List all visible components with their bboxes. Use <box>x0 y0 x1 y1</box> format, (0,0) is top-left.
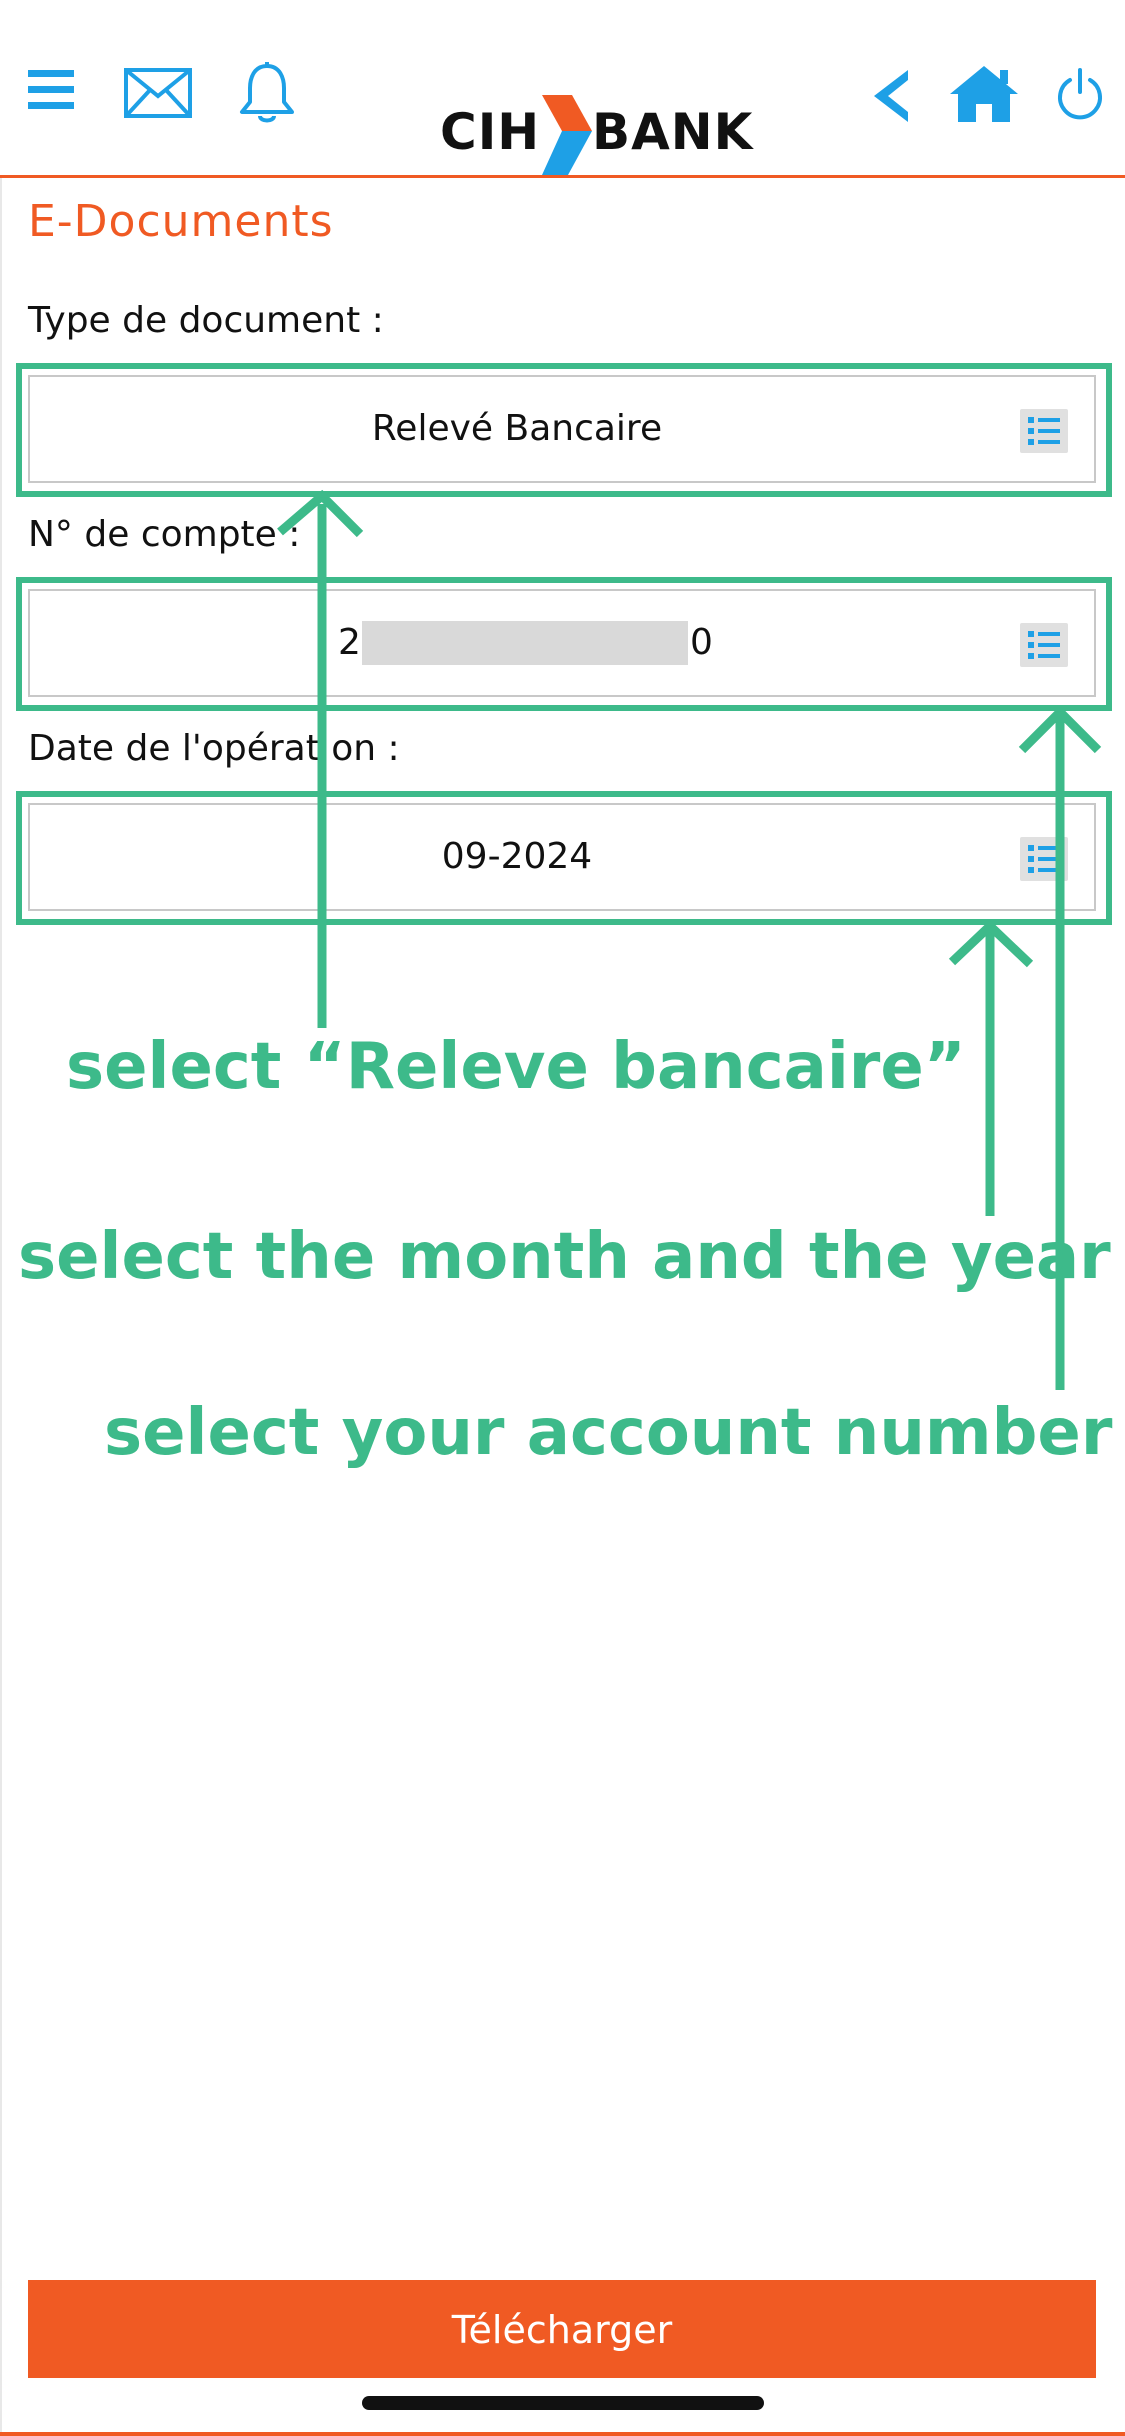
home-indicator <box>362 2396 764 2410</box>
page: CIH BANK E-Documents Type de document: … <box>0 0 1125 2436</box>
menu-icon[interactable] <box>28 70 74 110</box>
list-icon[interactable] <box>1020 837 1068 881</box>
download-button[interactable]: Télécharger <box>28 2280 1096 2378</box>
left-edge-line <box>0 178 2 2436</box>
annotation-select-type: select “Releve bancaire” <box>66 1030 966 1104</box>
document-type-select[interactable]: Relevé Bancaire <box>28 375 1096 483</box>
annotation-select-account: select your account number <box>104 1396 1113 1470</box>
operation-date-select[interactable]: 09-2024 <box>28 803 1096 911</box>
account-number-label: N° de compte : <box>28 514 301 555</box>
list-icon[interactable] <box>1020 409 1068 453</box>
top-bar: CIH BANK <box>0 0 1125 178</box>
home-icon[interactable] <box>950 66 1018 122</box>
document-type-label: Type de document : <box>28 300 384 341</box>
bell-icon[interactable] <box>238 62 296 124</box>
document-type-value: Relevé Bancaire <box>371 408 663 449</box>
annotation-arrows <box>277 489 1102 1390</box>
account-number-select[interactable]: 2 0 <box>28 589 1096 697</box>
account-number-suffix: 0 <box>690 622 713 663</box>
operation-date-label: Date de l'opérat on : <box>28 728 400 769</box>
cih-bank-logo: CIH BANK <box>440 95 752 175</box>
mail-icon[interactable] <box>124 68 192 118</box>
annotation-select-month: select the month and the year <box>18 1220 1111 1294</box>
page-title: E-Documents <box>28 196 334 247</box>
back-icon[interactable] <box>874 70 910 122</box>
operation-date-value: 09-2024 <box>441 836 593 877</box>
list-icon[interactable] <box>1020 623 1068 667</box>
logo-text-left: CIH <box>440 103 541 161</box>
bottom-accent-line <box>0 2432 1125 2436</box>
logo-chevron-icon <box>542 95 592 175</box>
account-number-mask <box>362 621 688 665</box>
logo-text-right: BANK <box>592 103 754 161</box>
power-icon[interactable] <box>1056 68 1104 122</box>
account-number-prefix: 2 <box>338 622 361 663</box>
